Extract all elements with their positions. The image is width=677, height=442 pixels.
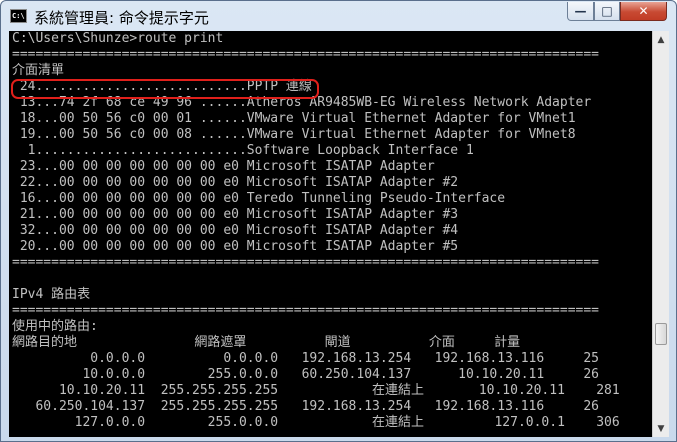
pptp-highlight-box (11, 79, 319, 99)
separator-line: ========================================… (12, 303, 599, 318)
interface-row: 22...00 00 00 00 00 00 00 e0 Microsoft I… (12, 175, 459, 190)
maximize-button[interactable]: □ (594, 2, 620, 21)
vertical-scrollbar[interactable]: ▲ ▼ (652, 31, 669, 437)
scroll-up-icon[interactable]: ▲ (653, 31, 669, 48)
interface-row: 21...00 00 00 00 00 00 00 e0 Microsoft I… (12, 207, 459, 222)
separator-line: ========================================… (12, 255, 599, 270)
close-button[interactable]: ✕ (620, 2, 667, 21)
scroll-down-icon[interactable]: ▼ (653, 420, 669, 437)
title-bar[interactable]: C:\ 系統管理員: 命令提示字元 — □ ✕ (1, 1, 676, 31)
route-row: 10.10.20.11 255.255.255.255 在連結上 10.10.2… (12, 383, 620, 398)
route-row: 60.250.104.137 255.255.255.255 192.168.1… (12, 399, 599, 414)
window-title: 系統管理員: 命令提示字元 (34, 9, 209, 27)
interface-row: 18...00 50 56 c0 00 01 ......VMware Virt… (12, 111, 576, 126)
route-table-header: 網路目的地 網路遮罩 閘道 介面 計量 (12, 335, 521, 350)
route-row: 0.0.0.0 0.0.0.0 192.168.13.254 192.168.1… (12, 351, 599, 366)
separator-line: ========================================… (12, 47, 599, 62)
interface-row: 19...00 50 56 c0 00 08 ......VMware Virt… (12, 127, 576, 142)
interface-row: 32...00 00 00 00 00 00 00 e0 Microsoft I… (12, 223, 459, 238)
interface-list-heading: 介面清單 (12, 63, 65, 78)
ipv4-route-table-heading: IPv4 路由表 (12, 287, 91, 302)
minimize-button[interactable]: — (567, 2, 594, 21)
console-output[interactable]: C:\Users\Shunze>route print ============… (9, 31, 652, 437)
active-routes-heading: 使用中的路由: (12, 319, 98, 334)
interface-row: 16...00 00 00 00 00 00 00 e0 Teredo Tunn… (12, 191, 506, 206)
interface-row: 23...00 00 00 00 00 00 00 e0 Microsoft I… (12, 159, 435, 174)
command-prompt-window: C:\ 系統管理員: 命令提示字元 — □ ✕ C:\Users\Shunze>… (0, 0, 677, 442)
route-row: 127.0.0.0 255.0.0.0 在連結上 127.0.0.1 306 (12, 415, 620, 430)
interface-row: 20...00 00 00 00 00 00 00 e0 Microsoft I… (12, 239, 459, 254)
route-row: 10.0.0.0 255.0.0.0 60.250.104.137 10.10.… (12, 367, 599, 382)
prompt-line: C:\Users\Shunze>route print (12, 31, 224, 46)
scrollbar-thumb[interactable] (655, 323, 667, 345)
interface-row: 1...........................Software Loo… (12, 143, 474, 158)
cmd-app-icon[interactable]: C:\ (10, 9, 27, 23)
